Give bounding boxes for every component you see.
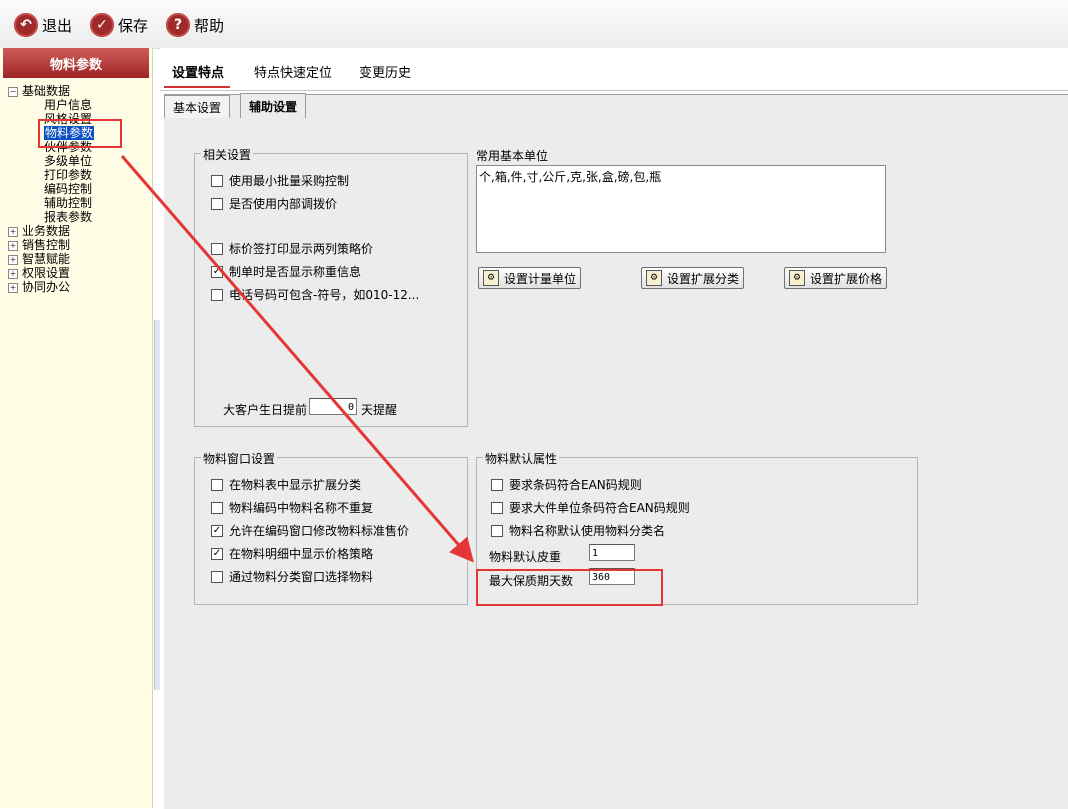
check-icon: ✓ xyxy=(90,13,114,37)
help-label: 帮助 xyxy=(194,16,225,35)
checkbox-show-price-strategy[interactable]: ✓ 在物料明细中显示价格策略 xyxy=(211,545,373,562)
tree-item-report-params[interactable]: 报表参数 xyxy=(8,210,94,224)
settings-tree: − 基础数据 用户信息 风格设置 物料参数 伙伴参数 多级单位 打印参数 编码控制… xyxy=(8,84,95,294)
common-units-value: 个,箱,件,寸,公斤,克,张,盒,磅,包,瓶 xyxy=(479,170,662,184)
checkbox-edit-std-price[interactable]: ✓ 允许在编码窗口修改物料标准售价 xyxy=(211,522,409,539)
checkbox-price-tag[interactable]: 标价签打印显示两列策略价 xyxy=(211,240,373,257)
sidebar-title: 物料参数 xyxy=(3,48,149,78)
gear-doc-icon: ⚙ xyxy=(789,270,805,286)
gear-doc-icon: ⚙ xyxy=(483,270,499,286)
top-tabs: 设置特点 特点快速定位 变更历史 xyxy=(160,48,1068,91)
tree-item-code-control[interactable]: 编码控制 xyxy=(8,182,94,196)
gear-doc-icon: ⚙ xyxy=(646,270,662,286)
set-unit-button[interactable]: ⚙ 设置计量单位 xyxy=(478,267,582,289)
checkbox-box xyxy=(491,478,503,491)
checkmark-icon: ✓ xyxy=(211,265,223,278)
expand-icon[interactable]: + xyxy=(8,254,18,265)
active-tab-indicator xyxy=(164,86,230,88)
checkbox-box xyxy=(211,501,223,514)
subtab-basic[interactable]: 基本设置 xyxy=(164,95,231,118)
tree-node-basic-data[interactable]: − 基础数据 xyxy=(8,84,94,98)
expand-icon[interactable]: + xyxy=(8,226,18,237)
highlight-box-sidebar xyxy=(38,119,122,148)
checkmark-icon: ✓ xyxy=(211,524,223,537)
set-ext-price-button[interactable]: ⚙ 设置扩展价格 xyxy=(784,267,888,289)
main-area: 设置特点 特点快速定位 变更历史 基本设置 辅助设置 相关设置 使用最小批量采购… xyxy=(160,48,1068,809)
checkbox-min-batch[interactable]: 使用最小批量采购控制 xyxy=(211,172,349,189)
checkbox-box xyxy=(211,197,223,210)
tree-node-collab[interactable]: + 协同办公 xyxy=(8,280,94,294)
collapse-icon[interactable]: − xyxy=(8,86,18,97)
tree-node-business-data[interactable]: + 业务数据 xyxy=(8,224,94,238)
checkbox-bulk-ean-rule[interactable]: 要求大件单位条码符合EAN码规则 xyxy=(491,499,690,516)
expand-icon[interactable]: + xyxy=(8,240,18,251)
question-icon: ? xyxy=(166,13,190,37)
checkbox-phone-dash[interactable]: 电话号码可包含-符号，如010-12... xyxy=(211,286,419,303)
default-attrs-title: 物料默认属性 xyxy=(483,450,560,467)
expand-icon[interactable]: + xyxy=(8,282,18,293)
tree-node-smart-enable[interactable]: + 智慧赋能 xyxy=(8,252,94,266)
tree-item-user-info[interactable]: 用户信息 xyxy=(8,98,94,112)
common-units-title: 常用基本单位 xyxy=(476,149,549,163)
common-units-textarea[interactable]: 个,箱,件,寸,公斤,克,张,盒,磅,包,瓶 xyxy=(476,165,886,253)
tab-change-history[interactable]: 变更历史 xyxy=(359,62,411,81)
checkbox-select-by-category[interactable]: 通过物料分类窗口选择物料 xyxy=(211,568,373,585)
birthday-label: 大客户生日提前 xyxy=(223,403,308,417)
expand-icon[interactable]: + xyxy=(8,268,18,279)
checkbox-box xyxy=(211,570,223,583)
birthday-days-input[interactable]: 0 xyxy=(309,398,357,415)
save-button[interactable]: ✓ 保存 xyxy=(90,11,148,39)
toolbar: ↶ 退出 ✓ 保存 ? 帮助 xyxy=(0,0,1068,49)
tree-node-permission[interactable]: + 权限设置 xyxy=(8,266,94,280)
save-label: 保存 xyxy=(118,16,149,35)
tare-label: 物料默认皮重 xyxy=(489,550,562,564)
checkbox-unique-name[interactable]: 物料编码中物料名称不重复 xyxy=(211,499,373,516)
settings-panel: 基本设置 辅助设置 相关设置 使用最小批量采购控制 是否使用内部调拨价 标价签打… xyxy=(164,93,1068,809)
checkbox-box xyxy=(211,242,223,255)
tab-settings-features[interactable]: 设置特点 xyxy=(172,62,224,81)
checkbox-box xyxy=(491,524,503,537)
back-arrow-icon: ↶ xyxy=(14,13,38,37)
exit-label: 退出 xyxy=(42,16,73,35)
checkbox-ean-rule[interactable]: 要求条码符合EAN码规则 xyxy=(491,476,642,493)
window-settings-title: 物料窗口设置 xyxy=(201,450,278,467)
related-settings-title: 相关设置 xyxy=(201,146,254,163)
tare-input[interactable]: 1 xyxy=(589,544,635,561)
exit-button[interactable]: ↶ 退出 xyxy=(14,11,72,39)
tree-item-multi-unit[interactable]: 多级单位 xyxy=(8,154,94,168)
checkbox-weighing-info[interactable]: ✓ 制单时是否显示称重信息 xyxy=(211,263,361,280)
highlight-box-shelf-life xyxy=(476,569,663,606)
checkbox-default-category-name[interactable]: 物料名称默认使用物料分类名 xyxy=(491,522,665,539)
tree-node-sales-control[interactable]: + 销售控制 xyxy=(8,238,94,252)
set-ext-category-button[interactable]: ⚙ 设置扩展分类 xyxy=(641,267,745,289)
checkbox-internal-transfer[interactable]: 是否使用内部调拨价 xyxy=(211,195,337,212)
checkbox-box xyxy=(211,478,223,491)
subtab-aux[interactable]: 辅助设置 xyxy=(240,93,307,118)
checkbox-box xyxy=(491,501,503,514)
checkbox-box xyxy=(211,174,223,187)
tree-item-print-params[interactable]: 打印参数 xyxy=(8,168,94,182)
checkbox-show-ext-category[interactable]: 在物料表中显示扩展分类 xyxy=(211,476,361,493)
tree-item-aux-control[interactable]: 辅助控制 xyxy=(8,196,94,210)
sidebar: 物料参数 − 基础数据 用户信息 风格设置 物料参数 伙伴参数 多级单位 打印参数… xyxy=(0,48,153,808)
checkmark-icon: ✓ xyxy=(211,547,223,560)
tab-quick-locate[interactable]: 特点快速定位 xyxy=(254,62,332,81)
help-button[interactable]: ? 帮助 xyxy=(166,11,224,39)
related-settings-group: 相关设置 使用最小批量采购控制 是否使用内部调拨价 标价签打印显示两列策略价 ✓… xyxy=(194,146,468,427)
checkbox-box xyxy=(211,288,223,301)
birthday-suffix: 天提醒 xyxy=(361,403,398,417)
window-settings-group: 物料窗口设置 在物料表中显示扩展分类 物料编码中物料名称不重复 ✓ 允许在编码窗口… xyxy=(194,450,468,605)
